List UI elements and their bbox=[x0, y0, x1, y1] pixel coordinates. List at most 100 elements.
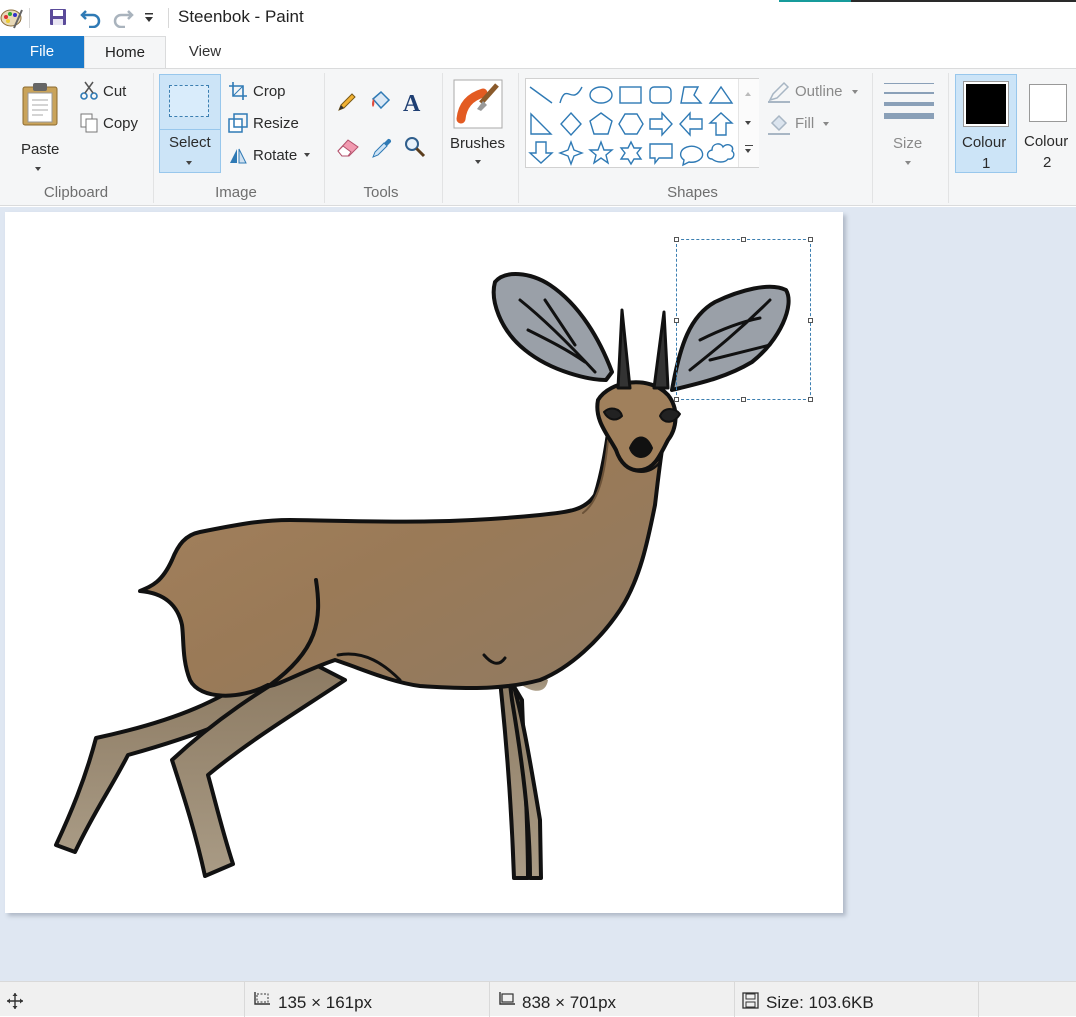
paint-app-icon[interactable] bbox=[0, 6, 24, 30]
colour-2-swatch bbox=[1029, 84, 1067, 122]
selection-size-text: 135 × 161px bbox=[278, 993, 373, 1012]
ribbon-tabs: File Home View bbox=[0, 36, 1076, 68]
colour-1-swatch bbox=[966, 84, 1006, 124]
line-size-icon bbox=[884, 81, 934, 121]
rect-callout-shape-icon bbox=[649, 143, 673, 165]
selection-handle-top-right[interactable] bbox=[808, 237, 813, 242]
cursor-position-icon bbox=[6, 992, 24, 1010]
fill-icon bbox=[767, 113, 791, 135]
selection-handle-bottom-right[interactable] bbox=[808, 397, 813, 402]
fill-dropdown[interactable]: Fill bbox=[765, 113, 835, 137]
outline-label: Outline bbox=[795, 83, 843, 100]
customize-quick-access-icon[interactable] bbox=[144, 12, 154, 24]
scroll-down-icon[interactable] bbox=[745, 121, 751, 125]
pentagon-shape-icon bbox=[589, 112, 613, 135]
selection-handle-top[interactable] bbox=[741, 237, 746, 242]
hexagon-shape-icon bbox=[618, 113, 644, 135]
select-button[interactable]: Select bbox=[159, 74, 221, 173]
selection-handle-left[interactable] bbox=[674, 318, 679, 323]
brushes-button[interactable]: Brushes bbox=[444, 75, 514, 171]
gallery-expand-icon[interactable] bbox=[745, 149, 751, 153]
size-label: Size bbox=[893, 135, 923, 152]
select-rect-icon bbox=[169, 85, 209, 117]
pencil-icon[interactable] bbox=[336, 91, 358, 113]
resize-icon bbox=[228, 113, 248, 133]
polygon-shape-icon bbox=[680, 86, 703, 104]
right-triangle-shape-icon bbox=[530, 112, 553, 135]
right-arrow-shape-icon bbox=[649, 111, 673, 137]
image-size-text: 838 × 701px bbox=[522, 993, 617, 1012]
tab-home[interactable]: Home bbox=[84, 36, 166, 68]
colour-1-label: Colour bbox=[962, 134, 1007, 151]
rectangle-shape-icon bbox=[619, 86, 642, 104]
rotate-label: Rotate bbox=[253, 147, 298, 164]
cut-button[interactable]: Cut bbox=[78, 81, 148, 103]
fill-bucket-icon[interactable] bbox=[369, 89, 393, 113]
image-size-icon bbox=[496, 991, 516, 1009]
resize-label: Resize bbox=[253, 115, 299, 132]
colour-2-button[interactable]: Colour 2 bbox=[1021, 74, 1076, 173]
colour-1-frame bbox=[963, 81, 1009, 127]
cut-label: Cut bbox=[103, 83, 127, 100]
colour-picker-icon[interactable] bbox=[371, 135, 393, 159]
oval-shape-icon bbox=[589, 86, 613, 104]
magnifier-icon[interactable] bbox=[404, 136, 426, 158]
tab-file[interactable]: File bbox=[0, 36, 84, 68]
left-arrow-shape-icon bbox=[679, 111, 703, 137]
save-icon[interactable] bbox=[49, 8, 67, 26]
crop-button[interactable]: Crop bbox=[226, 80, 318, 104]
text-tool-icon[interactable]: A bbox=[403, 91, 420, 118]
size-dropdown[interactable]: Size bbox=[878, 75, 940, 171]
copy-button[interactable]: Copy bbox=[78, 113, 148, 135]
tab-view[interactable]: View bbox=[176, 36, 234, 68]
redo-icon[interactable] bbox=[112, 6, 134, 28]
selection-rectangle[interactable] bbox=[674, 237, 813, 402]
scissors-icon bbox=[80, 81, 98, 101]
paste-label: Paste bbox=[21, 141, 60, 158]
shapes-gallery bbox=[525, 78, 759, 168]
window-accent-strip bbox=[779, 0, 851, 2]
crop-label: Crop bbox=[253, 83, 286, 100]
shapes-group-label: Shapes bbox=[667, 184, 718, 201]
up-arrow-shape-icon bbox=[708, 112, 734, 136]
selection-handle-top-left[interactable] bbox=[674, 237, 679, 242]
down-arrow-shape-icon bbox=[528, 141, 554, 164]
tools-group-label: Tools bbox=[363, 184, 399, 201]
colour-2-label: Colour bbox=[1024, 133, 1069, 150]
scroll-up-icon[interactable] bbox=[745, 92, 751, 96]
shapes-gallery-scroll[interactable] bbox=[738, 79, 759, 167]
clipboard-icon bbox=[21, 82, 59, 126]
selection-size-icon bbox=[251, 991, 271, 1009]
rotate-icon bbox=[228, 145, 248, 165]
triangle-shape-icon bbox=[708, 85, 734, 104]
curve-shape-icon bbox=[559, 86, 583, 104]
undo-icon[interactable] bbox=[80, 6, 102, 28]
oval-callout-shape-icon bbox=[679, 145, 704, 167]
window-border-strip bbox=[851, 0, 1076, 2]
clipboard-group: Paste Cut Copy Clipboard bbox=[0, 69, 152, 207]
selection-handle-bottom-left[interactable] bbox=[674, 397, 679, 402]
clipboard-group-label: Clipboard bbox=[43, 184, 109, 201]
rotate-button[interactable]: Rotate bbox=[226, 144, 318, 168]
copy-label: Copy bbox=[103, 115, 139, 132]
selection-handle-right[interactable] bbox=[808, 318, 813, 323]
resize-button[interactable]: Resize bbox=[226, 112, 318, 136]
outline-dropdown[interactable]: Outline bbox=[765, 81, 865, 105]
outline-icon bbox=[767, 81, 791, 103]
title-bar: Steenbok - Paint bbox=[0, 0, 1076, 36]
copy-icon bbox=[80, 113, 98, 133]
four-point-star-shape-icon bbox=[558, 140, 584, 166]
colour-1-button[interactable]: Colour 1 bbox=[955, 74, 1017, 173]
select-label: Select bbox=[169, 134, 211, 151]
image-group-label: Image bbox=[215, 184, 257, 201]
crop-icon bbox=[228, 81, 248, 101]
five-point-star-shape-icon bbox=[588, 140, 614, 165]
brushes-label: Brushes bbox=[450, 135, 506, 152]
eraser-icon[interactable] bbox=[336, 137, 360, 157]
paste-button[interactable]: Paste bbox=[12, 75, 68, 171]
window-title: Steenbok - Paint bbox=[178, 7, 304, 26]
selection-handle-bottom[interactable] bbox=[741, 397, 746, 402]
file-size-text: Size: 103.6KB bbox=[766, 993, 874, 1012]
brush-icon bbox=[453, 79, 503, 129]
tools-group: A Tools bbox=[326, 69, 440, 207]
